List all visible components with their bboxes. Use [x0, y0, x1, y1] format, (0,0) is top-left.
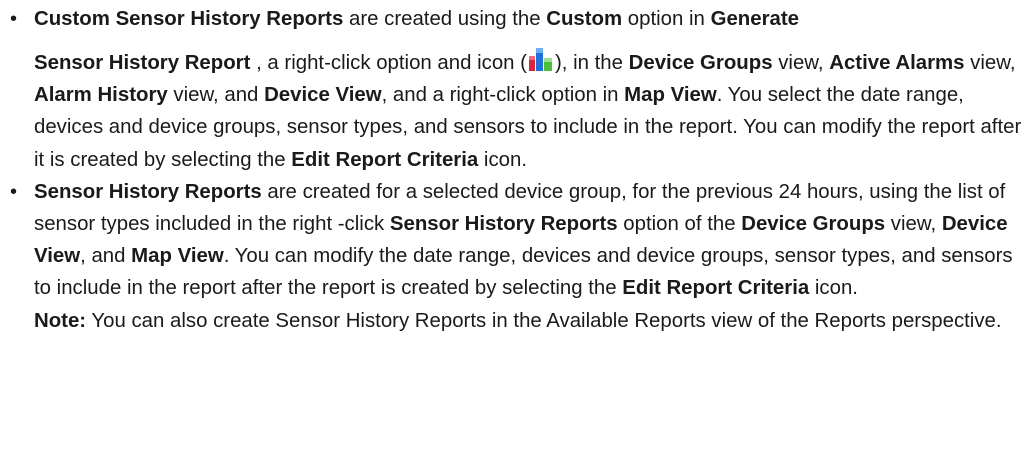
paragraph-body: Sensor History Reports are created for a… [34, 181, 1013, 300]
text-segment: view, [772, 52, 830, 74]
text-segment: view, [964, 52, 1016, 74]
text-segment: , and [80, 245, 132, 268]
term-generate-report-start: Generate [710, 8, 799, 30]
term-generate-report-end: Sensor History Report [34, 52, 251, 74]
list-item-sensor-history-reports: • Sensor History Reports are created for… [6, 176, 1023, 337]
bullet-marker: • [10, 8, 18, 30]
bullet-list: • Custom Sensor History Reports are crea… [6, 3, 1023, 337]
text-segment: icon. [809, 277, 858, 300]
sensor-history-report-icon [528, 46, 554, 72]
document-body: • Custom Sensor History Reports are crea… [0, 0, 1029, 473]
list-item-custom-sensor-history-reports: • Custom Sensor History Reports are crea… [6, 3, 1023, 176]
first-paragraph-line: Custom Sensor History Reports are create… [34, 3, 1023, 36]
paragraph-body: Sensor History Report , a right-click op… [34, 48, 1021, 171]
term-custom-sensor-history-reports: Custom Sensor History Reports [34, 8, 344, 30]
note-text: You can also create Sensor History Repor… [86, 309, 1002, 332]
text-segment: option of the [617, 213, 742, 236]
text-segment: option in [622, 8, 711, 30]
term-edit-report-criteria: Edit Report Criteria [291, 148, 479, 171]
text-segment: view, [885, 213, 942, 236]
term-device-groups: Device Groups [741, 213, 886, 236]
term-map-view: Map View [624, 84, 717, 107]
term-custom: Custom [546, 8, 623, 30]
term-sensor-history-reports: Sensor History Reports [34, 180, 262, 203]
text-segment: ), in the [554, 52, 629, 74]
term-alarm-history: Alarm History [34, 84, 168, 107]
term-edit-report-criteria: Edit Report Criteria [622, 277, 810, 300]
term-device-view: Device View [264, 84, 382, 107]
text-segment: , a right-click option and icon ( [250, 52, 527, 74]
term-map-view: Map View [131, 245, 224, 268]
term-sensor-history-reports-option: Sensor History Reports [389, 213, 618, 236]
text-segment: icon. [478, 148, 527, 171]
text-segment: view, and [167, 84, 265, 107]
term-active-alarms: Active Alarms [829, 52, 965, 74]
note-label: Note: [34, 309, 87, 332]
bullet-marker: • [10, 180, 18, 203]
note: Note: You can also create Sensor History… [34, 305, 1023, 337]
text-segment: , and a right-click option in [381, 84, 625, 107]
term-device-groups: Device Groups [628, 52, 773, 74]
text-segment: are created using the [343, 8, 547, 30]
